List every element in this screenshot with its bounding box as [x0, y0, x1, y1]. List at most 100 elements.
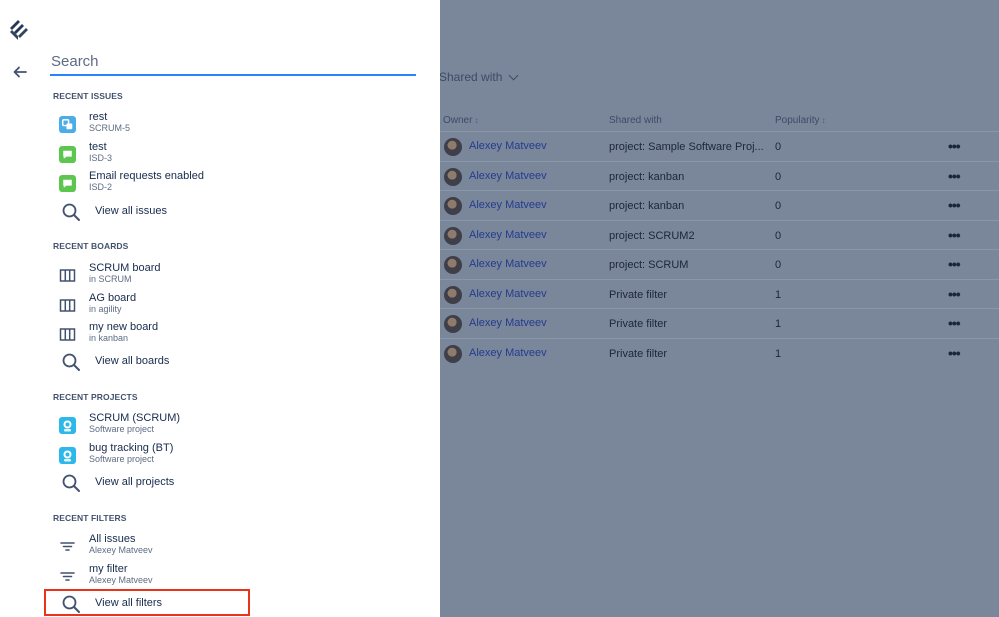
shared-with-cell: project: SCRUM2 [609, 229, 695, 242]
more-actions-button[interactable]: ••• [948, 197, 961, 213]
issue-key: SCRUM-5 [89, 123, 131, 133]
recent-board-item[interactable]: SCRUM board in SCRUM [53, 262, 413, 290]
owner-link[interactable]: Alexey Matveev [469, 317, 547, 329]
shared-with-dropdown[interactable]: Shared with [439, 70, 519, 84]
view-all-projects-label: View all projects [95, 476, 175, 488]
board-title: AG board [89, 291, 137, 304]
search-icon [62, 353, 80, 371]
issue-key: ISD-2 [89, 182, 113, 192]
more-actions-button[interactable]: ••• [948, 315, 961, 331]
project-type: Software project [89, 424, 155, 434]
popularity-cell: 0 [775, 170, 782, 183]
popularity-cell: 1 [775, 288, 782, 301]
column-header-popularity[interactable]: Popularity ↕ [775, 115, 825, 126]
board-icon [59, 269, 76, 282]
shared-with-cell: project: kanban [609, 200, 685, 212]
issue-title: rest [89, 111, 108, 123]
filter-title: All issues [89, 533, 136, 545]
table-row: Alexey Matveev Private filter 1 ••• [440, 278, 999, 309]
search-drawer: RECENT ISSUES rest SCRUM-5 test ISD-3 Em… [0, 0, 440, 617]
recent-issue-item[interactable]: rest SCRUM-5 [53, 111, 413, 139]
service-request-icon [59, 175, 76, 192]
board-title: my new board [89, 321, 159, 333]
issue-title: Email requests enabled [89, 170, 204, 182]
shared-with-cell: Private filter [609, 347, 668, 360]
back-arrow-icon[interactable] [12, 64, 28, 80]
avatar [444, 256, 462, 274]
table-row: Alexey Matveev project: kanban 0 ••• [440, 190, 999, 220]
table-row: Alexey Matveev project: Sample Software … [440, 131, 999, 161]
popularity-cell: 0 [775, 229, 782, 242]
project-title: SCRUM (SCRUM) [89, 412, 181, 424]
search-input[interactable] [50, 50, 416, 76]
recent-filter-item[interactable]: my filter Alexey Matveev [53, 563, 413, 591]
more-actions-button[interactable]: ••• [948, 138, 961, 154]
more-actions-button[interactable]: ••• [948, 168, 961, 184]
shared-with-cell: Private filter [609, 288, 668, 301]
recent-issue-item[interactable]: test ISD-3 [53, 141, 413, 169]
shared-with-cell: project: Sample Software Proj... [609, 141, 764, 153]
board-icon [59, 328, 76, 341]
section-title-recent-projects: RECENT PROJECTS [53, 392, 138, 402]
owner-link[interactable]: Alexey Matveev [469, 258, 547, 270]
recent-project-item[interactable]: SCRUM (SCRUM) Software project [53, 412, 413, 440]
board-title: SCRUM board [89, 262, 161, 274]
recent-board-item[interactable]: my new board in kanban [53, 321, 413, 349]
table-row: Alexey Matveev Private filter 1 ••• [440, 337, 999, 368]
shared-with-cell: project: SCRUM [609, 259, 689, 271]
issue-title: test [89, 140, 107, 153]
table-row: Alexey Matveev project: SCRUM2 0 ••• [440, 219, 999, 250]
annotation-highlight-box [44, 589, 250, 616]
popularity-cell: 0 [775, 259, 782, 271]
shared-with-cell: project: kanban [609, 170, 685, 183]
filter-icon [60, 542, 75, 551]
avatar [444, 197, 462, 215]
avatar [444, 138, 462, 156]
view-all-projects-link[interactable]: View all projects [53, 471, 248, 495]
owner-link[interactable]: Alexey Matveev [469, 199, 547, 211]
recent-filter-item[interactable]: All issues Alexey Matveev [53, 533, 413, 561]
board-icon [59, 298, 76, 312]
board-project: in agility [89, 303, 122, 314]
issue-key: ISD-3 [89, 152, 113, 163]
section-title-recent-issues: RECENT ISSUES [53, 91, 123, 101]
view-all-boards-link[interactable]: View all boards [53, 350, 248, 374]
service-request-icon [59, 145, 76, 163]
owner-link[interactable]: Alexey Matveev [469, 347, 547, 359]
more-actions-button[interactable]: ••• [948, 227, 961, 243]
owner-link[interactable]: Alexey Matveev [469, 229, 547, 241]
recent-project-item[interactable]: bug tracking (BT) Software project [53, 442, 413, 470]
search-icon [62, 474, 80, 492]
column-header-shared-with: Shared with [609, 115, 662, 126]
more-actions-button[interactable]: ••• [948, 345, 961, 361]
filter-owner: Alexey Matveev [89, 574, 153, 585]
owner-link[interactable]: Alexey Matveev [469, 140, 547, 152]
popularity-cell: 1 [775, 347, 782, 360]
column-header-owner[interactable]: Owner ↕ [443, 115, 478, 126]
shared-with-dropdown-label: Shared with [439, 70, 503, 84]
popularity-cell: 1 [775, 318, 782, 330]
table-row: Alexey Matveev Private filter 1 ••• [440, 308, 999, 338]
popularity-cell: 0 [775, 141, 782, 153]
project-type: Software project [89, 453, 155, 464]
popularity-cell: 0 [775, 200, 782, 212]
owner-link[interactable]: Alexey Matveev [469, 288, 547, 300]
more-actions-button[interactable]: ••• [948, 286, 961, 302]
jira-logo-icon[interactable] [7, 19, 29, 41]
view-all-boards-label: View all boards [95, 355, 170, 367]
avatar [444, 167, 462, 186]
owner-link[interactable]: Alexey Matveev [469, 170, 547, 182]
project-title: bug tracking (BT) [89, 441, 174, 454]
section-title-recent-filters: RECENT FILTERS [53, 513, 127, 523]
board-project: in SCRUM [89, 274, 132, 284]
recent-issue-item[interactable]: Email requests enabled ISD-2 [53, 170, 413, 198]
more-actions-button[interactable]: ••• [948, 256, 961, 272]
recent-board-item[interactable]: AG board in agility [53, 292, 413, 320]
search-icon [62, 203, 80, 221]
view-all-issues-link[interactable]: View all issues [53, 200, 248, 224]
subtask-icon [59, 116, 76, 133]
shared-with-cell: Private filter [609, 318, 668, 330]
table-row: Alexey Matveev project: SCRUM 0 ••• [440, 249, 999, 279]
chevron-down-icon [508, 70, 519, 80]
project-avatar-icon [59, 417, 76, 434]
